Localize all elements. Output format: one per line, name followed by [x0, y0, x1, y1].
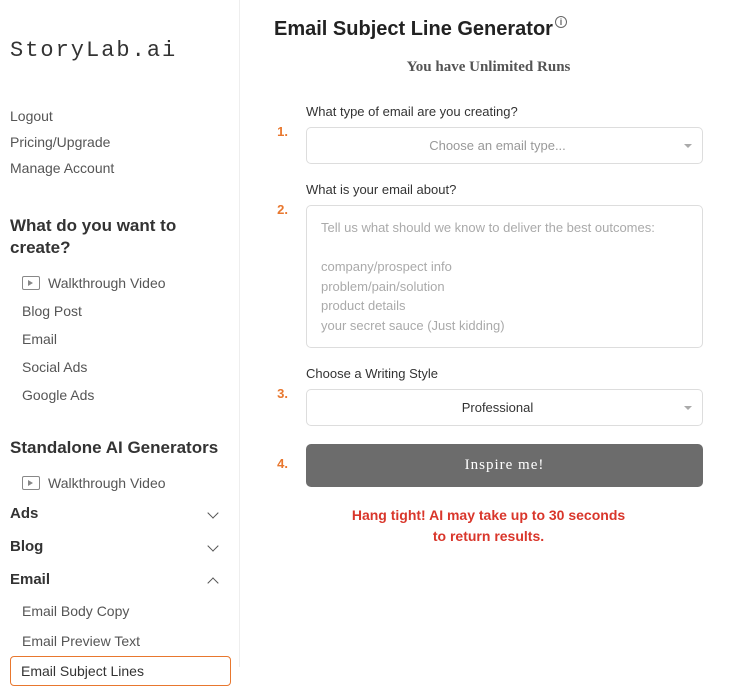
step-number: 3.	[274, 366, 288, 426]
main-content: Email Subject Line Generator i You have …	[240, 0, 737, 667]
chevron-up-icon	[207, 573, 221, 587]
accordion-blog[interactable]: Blog	[10, 530, 231, 563]
sidebar-item-walkthrough-create[interactable]: Walkthrough Video	[10, 269, 231, 297]
wait-line-2: to return results.	[274, 526, 703, 547]
chevron-down-icon	[207, 507, 221, 521]
inspire-button[interactable]: Inspire me!	[306, 444, 703, 487]
sidebar-item-google-ads[interactable]: Google Ads	[10, 381, 231, 409]
select-value: Professional	[462, 400, 534, 415]
caret-down-icon	[684, 406, 692, 410]
wait-line-1: Hang tight! AI may take up to 30 seconds	[274, 505, 703, 526]
pricing-link[interactable]: Pricing/Upgrade	[10, 129, 231, 155]
accordion-email[interactable]: Email	[10, 563, 231, 596]
menu-label: Walkthrough Video	[48, 275, 166, 291]
accordion-label: Email	[10, 571, 50, 588]
sidebar-item-social-ads[interactable]: Social Ads	[10, 353, 231, 381]
sidebar-item-email-body[interactable]: Email Body Copy	[10, 596, 231, 626]
step-4: 4. Inspire me!	[274, 444, 703, 487]
manage-account-link[interactable]: Manage Account	[10, 155, 231, 181]
select-placeholder: Choose an email type...	[429, 138, 566, 153]
sidebar: StoryLab.ai Logout Pricing/Upgrade Manag…	[0, 0, 240, 667]
email-type-select[interactable]: Choose an email type...	[306, 127, 703, 164]
email-about-textarea[interactable]: Tell us what should we know to deliver t…	[306, 205, 703, 348]
page-title: Email Subject Line Generator i	[274, 18, 703, 41]
step-label: What type of email are you creating?	[306, 104, 703, 119]
sidebar-item-walkthrough-standalone[interactable]: Walkthrough Video	[10, 469, 231, 497]
wait-message: Hang tight! AI may take up to 30 seconds…	[274, 505, 703, 547]
title-text: Email Subject Line Generator	[274, 18, 553, 41]
runs-status: You have Unlimited Runs	[274, 59, 703, 76]
info-icon[interactable]: i	[555, 16, 567, 28]
step-label: What is your email about?	[306, 182, 703, 197]
step-label: Choose a Writing Style	[306, 366, 703, 381]
video-icon	[22, 476, 40, 490]
account-nav: Logout Pricing/Upgrade Manage Account	[10, 103, 231, 181]
step-number: 2.	[274, 182, 288, 348]
logout-link[interactable]: Logout	[10, 103, 231, 129]
sidebar-item-email-preview[interactable]: Email Preview Text	[10, 626, 231, 656]
standalone-title: Standalone AI Generators	[10, 437, 231, 459]
sidebar-item-email-subject[interactable]: Email Subject Lines	[10, 656, 231, 686]
step-number: 4.	[274, 444, 288, 487]
video-icon	[22, 276, 40, 290]
caret-down-icon	[684, 144, 692, 148]
accordion-label: Blog	[10, 538, 43, 555]
step-1: 1. What type of email are you creating? …	[274, 104, 703, 164]
accordion-label: Ads	[10, 505, 38, 522]
create-title: What do you want to create?	[10, 215, 231, 259]
chevron-down-icon	[207, 540, 221, 554]
logo: StoryLab.ai	[10, 38, 231, 63]
menu-label: Walkthrough Video	[48, 475, 166, 491]
step-2: 2. What is your email about? Tell us wha…	[274, 182, 703, 348]
sidebar-item-email[interactable]: Email	[10, 325, 231, 353]
sidebar-item-blog-post[interactable]: Blog Post	[10, 297, 231, 325]
accordion-ads[interactable]: Ads	[10, 497, 231, 530]
step-3: 3. Choose a Writing Style Professional	[274, 366, 703, 426]
step-number: 1.	[274, 104, 288, 164]
writing-style-select[interactable]: Professional	[306, 389, 703, 426]
